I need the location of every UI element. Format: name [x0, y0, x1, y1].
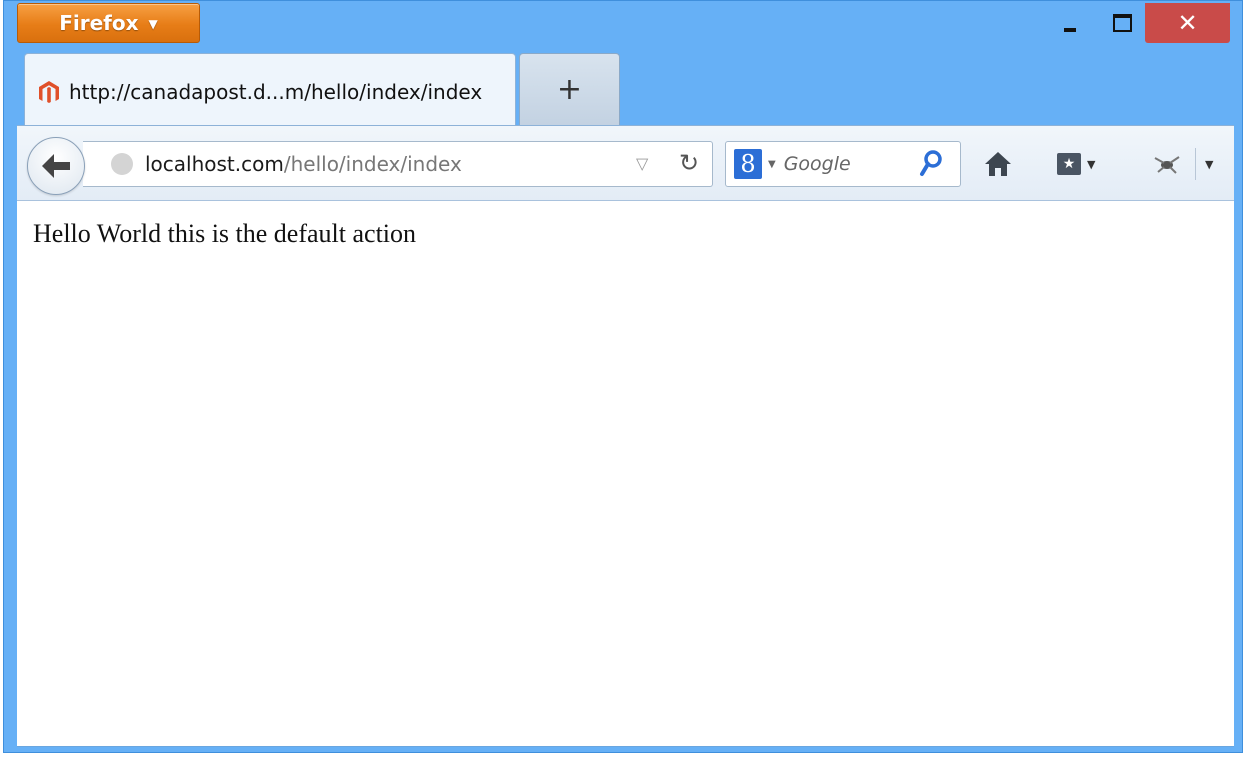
addon-icon	[1154, 156, 1180, 174]
home-icon	[985, 152, 1011, 176]
close-icon: ✕	[1177, 9, 1198, 37]
maximize-icon	[1112, 14, 1132, 32]
bookmarks-icon: ★	[1057, 153, 1081, 175]
back-arrow-icon	[42, 154, 70, 178]
chevron-down-icon: ▼	[768, 158, 776, 170]
firefox-menu-button[interactable]: Firefox ▼	[17, 3, 200, 43]
dropdown-icon[interactable]: ▽	[636, 154, 648, 173]
page-content: Hello World this is the default action	[17, 201, 1234, 747]
url-host: localhost.com	[145, 152, 284, 176]
page-body-text: Hello World this is the default action	[33, 219, 417, 248]
navigation-toolbar: localhost.com/hello/index/index ▽ ↻ 8 ▼ …	[17, 125, 1234, 201]
toolbar-separator	[1195, 148, 1196, 180]
url-path: /hello/index/index	[283, 152, 462, 176]
search-icon[interactable]	[918, 148, 946, 180]
tab-active[interactable]: http://canadapost.d...m/hello/index/inde…	[24, 53, 516, 129]
close-button[interactable]: ✕	[1145, 3, 1230, 43]
chevron-down-icon: ▼	[1087, 157, 1096, 171]
tab-title: http://canadapost.d...m/hello/index/inde…	[69, 79, 483, 104]
search-placeholder: Google	[783, 153, 851, 175]
chevron-down-icon: ▼	[148, 17, 158, 31]
addon-button[interactable]	[1152, 146, 1182, 182]
globe-icon	[111, 153, 133, 175]
maximize-button[interactable]	[1102, 3, 1142, 43]
search-bar[interactable]: 8 ▼ Google	[725, 141, 961, 187]
google-icon[interactable]: 8	[734, 149, 762, 179]
reload-icon[interactable]: ↻	[679, 149, 699, 177]
url-bar[interactable]: localhost.com/hello/index/index ▽ ↻	[83, 141, 713, 187]
toolbar-menu-button[interactable]: ▼	[1205, 146, 1213, 182]
minimize-button[interactable]	[1050, 3, 1090, 43]
back-button[interactable]	[27, 137, 85, 195]
url-text: localhost.com/hello/index/index	[145, 152, 462, 176]
menu-caret-icon: ▼	[1205, 157, 1214, 171]
magento-favicon	[39, 80, 59, 103]
home-button[interactable]	[984, 146, 1012, 182]
firefox-menu-label: Firefox	[59, 11, 139, 35]
new-tab-button[interactable]: +	[519, 53, 620, 125]
minimize-icon	[1064, 28, 1076, 32]
plus-icon: +	[556, 72, 583, 107]
bookmarks-button[interactable]: ★ ▼	[1057, 146, 1095, 182]
